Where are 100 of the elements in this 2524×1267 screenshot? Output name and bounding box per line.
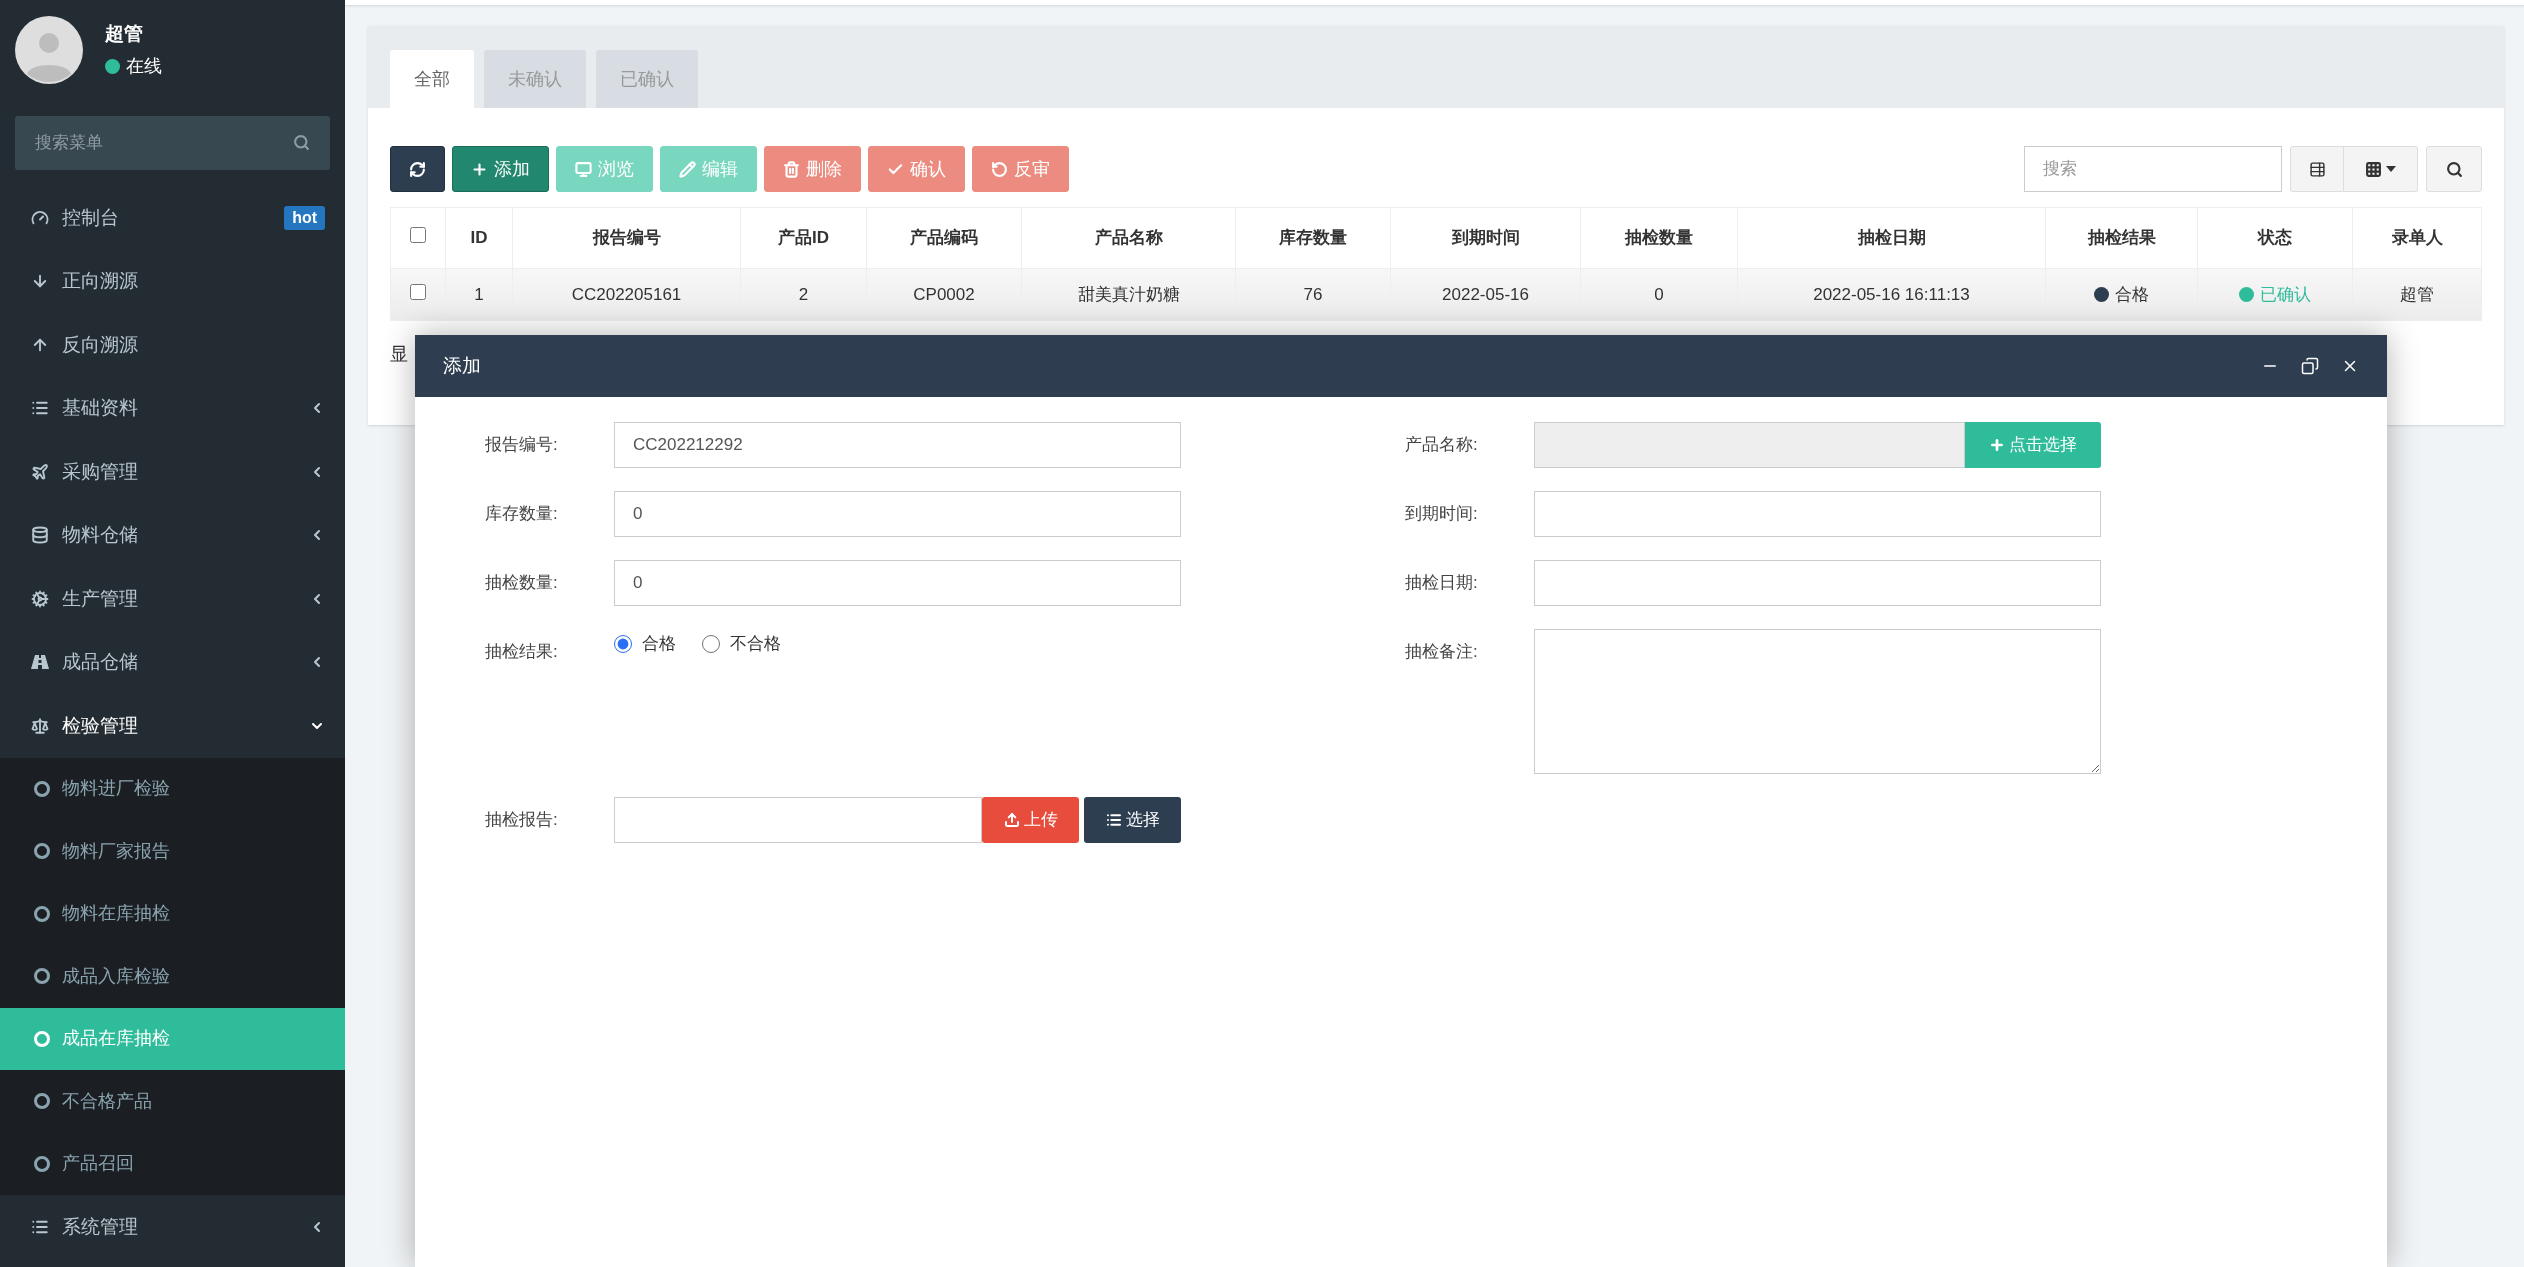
field-label: 抽检报告: [485,809,559,831]
pencil-icon [679,160,696,178]
table-cell: 2022-05-16 16:11:13 [1813,284,1970,304]
text-field[interactable]: 0 [614,491,1181,537]
radio-option[interactable]: 合格 [614,631,676,657]
search-field[interactable]: 搜索 [2024,146,2282,192]
table-cell: 1 [474,284,484,304]
toolbar-button[interactable]: 添加 [452,146,549,192]
refresh-button[interactable] [390,146,445,192]
search-button[interactable] [2426,146,2482,192]
trash-icon [783,160,800,178]
submenu-item[interactable]: 物料在库抽检 [0,882,345,945]
toggle-view-button[interactable] [2290,146,2344,192]
column-header: 产品名称 [1094,228,1163,248]
table-cell: 2 [798,284,809,304]
list-icon [1105,812,1122,828]
table-cell: 2022-05-16 [1442,284,1529,304]
text-field[interactable]: 0 [614,560,1181,606]
field-label: 产品名称: [1405,434,1479,456]
row-checkbox[interactable] [410,283,426,300]
radio-button[interactable] [702,635,720,653]
submenu-item[interactable]: 不合格产品 [0,1070,345,1133]
status-text: 已确认 [2260,283,2311,306]
field-label: 抽检备注: [1405,641,1479,663]
sidebar-item[interactable]: 成品仓储 [0,630,345,694]
upload-icon [1003,812,1020,828]
plus-icon [471,160,488,178]
remark-field[interactable] [1534,629,2101,774]
sidebar-item[interactable]: 反向溯源 [0,313,345,377]
column-header: 到期时间 [1451,228,1520,248]
sidebar-item[interactable]: 物料仓储 [0,503,345,567]
table-cell: CP0002 [913,284,975,304]
sidebar-item[interactable]: 生产管理 [0,567,345,631]
product-field[interactable] [1534,422,1965,468]
field-label: 抽检日期: [1405,572,1479,594]
column-header: ID [470,228,488,248]
column-header: 产品ID [778,228,829,248]
field-label: 到期时间: [1405,503,1479,525]
file-field[interactable] [614,797,982,843]
table-icon [2308,160,2326,178]
field-label: 抽检数量: [485,572,559,594]
column-header: 状态 [2258,228,2292,248]
sidebar-item[interactable]: 检验管理 [0,694,345,758]
avatar-icon [15,16,83,84]
radio-button[interactable] [614,635,632,653]
sidebar-item[interactable]: 控制台 hot [0,186,345,250]
submenu-item[interactable]: 物料厂家报告 [0,820,345,883]
sidebar-item[interactable]: 系统管理 [0,1195,345,1259]
text-field[interactable]: CC202212292 [614,422,1181,468]
plus-icon [1989,437,2005,453]
pagination-text: 显 [390,343,408,366]
maximize-icon[interactable] [2301,357,2319,375]
table-cell: 76 [1303,284,1323,304]
undo-icon [991,160,1008,178]
gears-icon [30,589,50,608]
plane-icon [30,462,50,481]
menu-search-field[interactable]: 搜索菜单 [15,116,330,170]
column-header: 抽检日期 [1857,228,1926,248]
dashboard-icon [30,208,50,227]
choose-button[interactable]: 选择 [1084,797,1181,843]
field-label: 抽检结果: [485,641,559,663]
text-field[interactable] [1534,560,2101,606]
grid-icon [2365,160,2382,178]
column-header: 抽检结果 [2087,228,2156,248]
road-icon [30,653,50,672]
search-icon [293,134,310,151]
user-name: 超管 [105,22,144,47]
caret-icon [2386,166,2396,172]
column-header: 报告编号 [592,228,661,248]
column-header: 产品编码 [910,228,978,248]
column-header: 抽检数量 [1625,228,1693,248]
radio-option[interactable]: 不合格 [702,631,781,657]
tab[interactable]: 全部 [390,50,474,108]
upload-button[interactable]: 上传 [982,797,1079,843]
column-header: 录单人 [2391,228,2443,248]
scale-icon [30,716,50,735]
columns-button[interactable] [2344,146,2418,192]
refresh-icon [409,160,426,178]
submenu-item[interactable]: 物料进厂检验 [0,757,345,820]
sidebar-item[interactable]: 基础资料 [0,376,345,440]
submenu-item[interactable]: 成品入库检验 [0,945,345,1008]
search-icon [2445,160,2463,178]
table-cell: CC202205161 [571,284,682,304]
submenu-item[interactable]: 产品召回 [0,1132,345,1195]
column-header: 库存数量 [1279,228,1347,248]
select-all-checkbox[interactable] [410,227,426,244]
table-cell: 0 [1654,284,1664,304]
field-label: 库存数量: [485,503,559,525]
sidebar-item[interactable]: 正向溯源 [0,249,345,313]
table-cell: 甜美真汁奶糖 [1077,284,1180,304]
dialog-title: 添加 [443,353,481,378]
sidebar-item[interactable]: 采购管理 [0,440,345,504]
field-label: 报告编号: [485,434,559,456]
table-cell: 超管 [2400,284,2434,304]
text-field[interactable] [1534,491,2101,537]
hot-badge: hot [284,205,325,230]
status-text: 合格 [2115,283,2149,306]
database-icon [30,526,50,545]
monitor-icon [575,160,592,178]
user-status: 在线 [126,54,162,78]
